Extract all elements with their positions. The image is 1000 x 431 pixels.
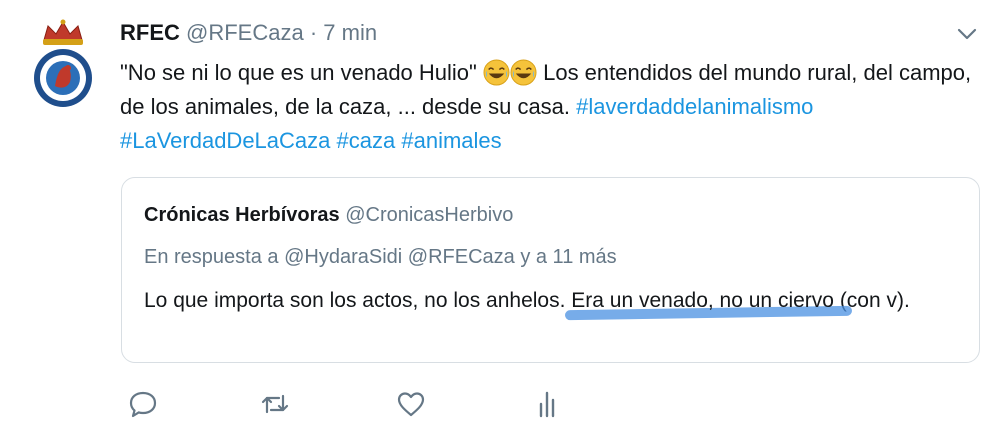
avatar[interactable]	[30, 18, 96, 108]
tweet-actions	[0, 388, 1000, 424]
quoted-author-name[interactable]: Crónicas Herbívoras	[144, 204, 340, 226]
separator: ·	[309, 20, 318, 45]
tweet-header: RFEC @RFECaza · 7 min	[120, 20, 377, 46]
hashtag-link[interactable]: #animales	[401, 128, 501, 153]
quoted-text-start: Lo que importa son los actos, no los anh…	[144, 289, 566, 312]
quoted-text: Lo que importa son los actos, no los anh…	[144, 284, 954, 321]
timestamp[interactable]: 7 min	[323, 20, 377, 45]
quoted-author-handle[interactable]: @CronicasHerbivo	[345, 204, 513, 226]
tweet-text-quote: "No se ni lo que es un venado Hulio"	[120, 60, 477, 85]
joy-emoji-icon	[483, 59, 510, 86]
joy-emoji-icon	[510, 59, 537, 86]
hashtag-link[interactable]: #laverdaddelanimalismo	[576, 94, 813, 119]
chevron-down-icon[interactable]	[956, 26, 978, 42]
like-icon[interactable]	[395, 388, 427, 420]
hashtag-link[interactable]: #LaVerdadDeLaCaza	[120, 128, 330, 153]
tweet-text: "No se ni lo que es un venado Hulio" Los…	[120, 56, 980, 158]
author-name[interactable]: RFEC	[120, 20, 180, 45]
reply-context: En respuesta a @HydaraSidi @RFECaza y a …	[144, 246, 617, 268]
highlighted-text: Era un venado, no un ciervo	[571, 289, 834, 312]
quoted-author: Crónicas Herbívoras @CronicasHerbivo	[144, 204, 513, 227]
hashtag-link[interactable]: #caza	[337, 128, 396, 153]
reply-icon[interactable]	[127, 388, 159, 420]
author-handle[interactable]: @RFECaza	[186, 20, 304, 45]
retweet-icon[interactable]	[259, 388, 291, 420]
quoted-tweet[interactable]: Crónicas Herbívoras @CronicasHerbivo En …	[121, 177, 980, 363]
highlighted-phrase: Era un venado, no un ciervo	[565, 284, 853, 321]
analytics-icon[interactable]	[531, 388, 563, 420]
